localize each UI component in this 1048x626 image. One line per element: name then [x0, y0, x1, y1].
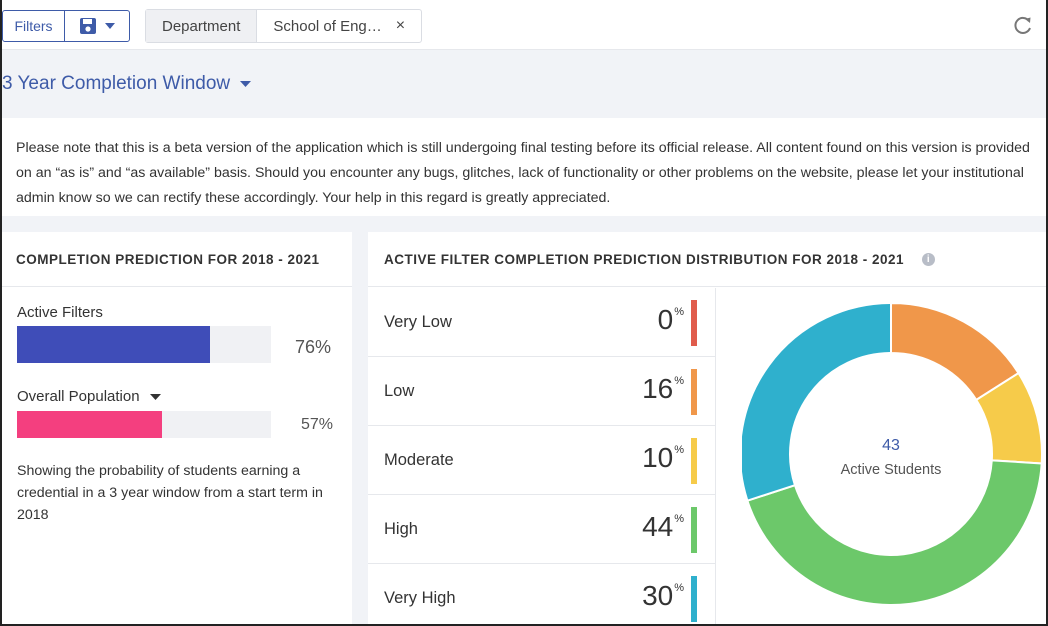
completion-prediction-panel: COMPLETION PREDICTION FOR 2018 - 2021 Ac…: [0, 232, 352, 626]
beta-notice: Please note that this is a beta version …: [0, 118, 1048, 216]
title-row: 3 Year Completion Window: [0, 50, 1048, 118]
toolbar: Filters Department School of Eng… ×: [0, 0, 1048, 50]
panel-title: ACTIVE FILTER COMPLETION PREDICTION DIST…: [368, 232, 1048, 287]
overall-population-bar: [17, 411, 271, 438]
active-filters-bar-fill: [17, 326, 211, 363]
filters-button[interactable]: Filters: [3, 11, 65, 41]
list-item: Very Low 0%: [368, 288, 716, 357]
chip-value-text: School of Eng…: [273, 17, 382, 35]
level-value: 16%: [642, 373, 684, 404]
overall-population-bar-fill: [17, 411, 162, 438]
active-filters-bar: [17, 326, 271, 363]
overall-population-dropdown[interactable]: Overall Population: [17, 388, 161, 405]
prediction-description: Showing the probability of students earn…: [17, 463, 323, 523]
level-value: 30%: [642, 580, 684, 611]
level-value: 0%: [657, 304, 684, 335]
distribution-title: ACTIVE FILTER COMPLETION PREDICTION DIST…: [384, 251, 905, 267]
page-title: 3 Year Completion Window: [2, 73, 231, 94]
level-color-marker: [691, 369, 697, 415]
floppy-disk-icon: [80, 18, 96, 34]
list-item: Very High 30%: [368, 564, 716, 626]
level-label: High: [384, 520, 418, 538]
overall-population-label: Overall Population: [17, 388, 140, 405]
overall-population-percent: 57%: [301, 416, 334, 433]
active-filters-percent: 76%: [295, 337, 332, 357]
refresh-icon[interactable]: [1012, 14, 1034, 36]
level-label: Very High: [384, 589, 456, 607]
level-label: Moderate: [384, 451, 454, 469]
list-item: Low 16%: [368, 357, 716, 426]
level-label: Low: [384, 382, 415, 400]
active-filters-label: Active Filters: [17, 304, 103, 321]
active-students-label: Active Students: [841, 462, 942, 478]
list-item: High 44%: [368, 495, 716, 564]
distribution-list: Very Low 0% Low 16% Moderate 10% High 44…: [368, 288, 716, 626]
close-icon[interactable]: ×: [396, 17, 405, 35]
info-icon[interactable]: i: [922, 252, 936, 266]
caret-down-icon: [149, 393, 161, 400]
level-color-marker: [691, 300, 697, 346]
panel-title: COMPLETION PREDICTION FOR 2018 - 2021: [0, 232, 352, 287]
chip-key: Department: [146, 10, 258, 42]
level-color-marker: [691, 576, 697, 622]
level-value: 44%: [642, 511, 684, 542]
caret-down-icon: [240, 81, 252, 87]
level-label: Very Low: [384, 313, 452, 331]
save-dropdown-button[interactable]: [65, 11, 129, 41]
chip-value: School of Eng… ×: [257, 10, 421, 42]
distribution-donut-chart: 43 Active Students: [742, 304, 1042, 606]
distribution-panel: ACTIVE FILTER COMPLETION PREDICTION DIST…: [368, 232, 1048, 626]
completion-window-dropdown[interactable]: 3 Year Completion Window: [0, 73, 252, 95]
level-value: 10%: [642, 442, 684, 473]
filter-button-group: Filters: [2, 10, 130, 42]
department-filter-chip[interactable]: Department School of Eng… ×: [145, 9, 423, 43]
active-students-count: 43: [882, 437, 900, 454]
level-color-marker: [691, 507, 697, 553]
list-item: Moderate 10%: [368, 426, 716, 495]
caret-down-icon: [105, 23, 115, 29]
level-color-marker: [691, 438, 697, 484]
